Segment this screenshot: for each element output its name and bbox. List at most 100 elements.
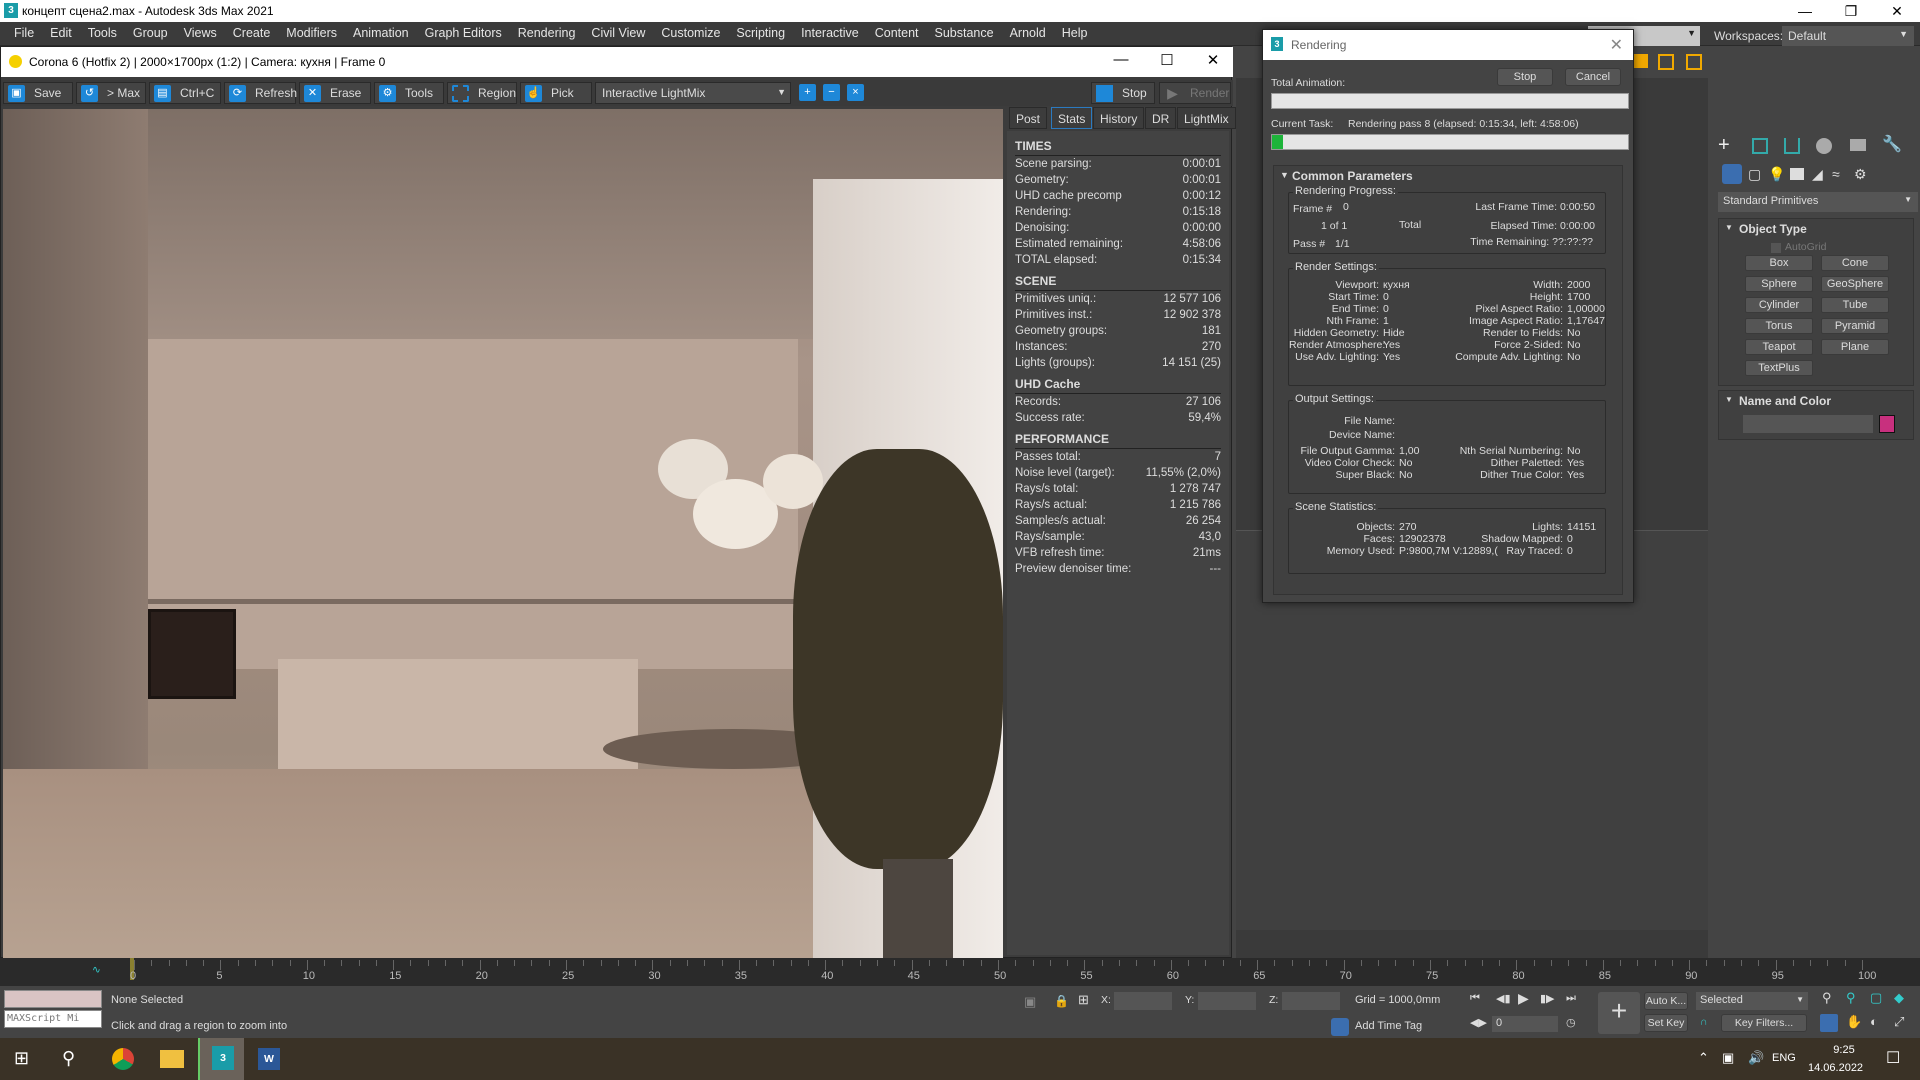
clock-date[interactable]: 14.06.2022 bbox=[1808, 1062, 1863, 1074]
time-tag-icon[interactable] bbox=[1331, 1018, 1349, 1036]
key-mode-icon[interactable]: ◀▶ bbox=[1470, 1016, 1487, 1029]
menu-file[interactable]: File bbox=[6, 22, 42, 46]
menu-civil-view[interactable]: Civil View bbox=[583, 22, 653, 46]
maximize-viewport-icon[interactable]: ⤢ bbox=[1894, 1014, 1904, 1030]
modify-tab-icon[interactable] bbox=[1752, 138, 1768, 154]
systems-icon[interactable]: ⚙ bbox=[1854, 166, 1867, 183]
pan-icon[interactable]: ✋ bbox=[1846, 1014, 1862, 1030]
menu-interactive[interactable]: Interactive bbox=[793, 22, 867, 46]
x-coordinate-input[interactable] bbox=[1114, 992, 1172, 1010]
isolate-selection-icon[interactable]: ▣ bbox=[1024, 994, 1036, 1010]
add-time-tag[interactable]: Add Time Tag bbox=[1355, 1020, 1422, 1032]
show-hidden-icons[interactable]: ⌃ bbox=[1698, 1050, 1709, 1066]
object-type-cylinder-button[interactable]: Cylinder bbox=[1745, 297, 1813, 313]
maxscript-mini-listener[interactable]: MAXScript Mi bbox=[4, 1010, 102, 1028]
chrome-icon[interactable] bbox=[112, 1048, 134, 1070]
close-icon[interactable]: ✕ bbox=[1610, 35, 1623, 55]
hierarchy-tab-icon[interactable] bbox=[1784, 138, 1800, 154]
object-type-plane-button[interactable]: Plane bbox=[1821, 339, 1889, 355]
zoom-all-icon[interactable]: ⚲ bbox=[1846, 990, 1856, 1006]
menu-help[interactable]: Help bbox=[1054, 22, 1096, 46]
minimize-button[interactable]: — bbox=[1782, 0, 1828, 22]
spacewarps-icon[interactable]: ≈ bbox=[1832, 166, 1840, 182]
object-type-pyramid-button[interactable]: Pyramid bbox=[1821, 318, 1889, 334]
zoom-extents-icon[interactable]: ▢ bbox=[1870, 990, 1882, 1006]
geometry-icon[interactable] bbox=[1722, 164, 1742, 184]
y-coordinate-input[interactable] bbox=[1198, 992, 1256, 1010]
zoom-out-icon[interactable]: − bbox=[823, 84, 840, 101]
object-type-tube-button[interactable]: Tube bbox=[1821, 297, 1889, 313]
clock-time[interactable]: 9:25 bbox=[1822, 1044, 1866, 1056]
collapse-arrow-icon[interactable]: ▼ bbox=[1725, 395, 1733, 404]
close-button[interactable]: ✕ bbox=[1874, 0, 1920, 22]
shapes-icon[interactable]: ▢ bbox=[1748, 166, 1761, 183]
restore-button[interactable]: ❐ bbox=[1828, 0, 1874, 22]
play-icon[interactable]: ▶ bbox=[1518, 990, 1529, 1007]
tab-stats[interactable]: Stats bbox=[1051, 107, 1093, 129]
object-type-box-button[interactable]: Box bbox=[1745, 255, 1813, 271]
key-selection-dropdown[interactable]: Selected ▼ bbox=[1696, 992, 1808, 1010]
windows-start-icon[interactable]: ⊞ bbox=[14, 1048, 29, 1069]
pick-button[interactable]: ☝ Pick bbox=[520, 82, 592, 104]
zoom-fit-icon[interactable]: × bbox=[847, 84, 864, 101]
primitive-category-dropdown[interactable]: Standard Primitives ▼ bbox=[1718, 192, 1918, 212]
key-tangent-icon[interactable]: ∩ bbox=[1700, 1016, 1708, 1028]
workspaces-dropdown[interactable]: Default ▼ bbox=[1782, 26, 1914, 46]
motion-tab-icon[interactable] bbox=[1816, 138, 1832, 154]
key-filters-button[interactable]: Key Filters... bbox=[1721, 1014, 1807, 1032]
search-icon[interactable]: ⚲ bbox=[62, 1048, 75, 1069]
common-parameters-title[interactable]: Common Parameters bbox=[1292, 169, 1413, 183]
set-key-button[interactable]: Set Key bbox=[1644, 1014, 1688, 1032]
z-coordinate-input[interactable] bbox=[1282, 992, 1340, 1010]
tab-lightmix[interactable]: LightMix bbox=[1177, 107, 1236, 129]
stop-render-button[interactable]: Stop bbox=[1497, 68, 1553, 86]
menu-create[interactable]: Create bbox=[225, 22, 279, 46]
zoom-icon[interactable]: ⚲ bbox=[1822, 990, 1832, 1006]
to-max-button[interactable]: ↺ > Max bbox=[76, 82, 146, 104]
volume-icon[interactable]: 🔊 bbox=[1748, 1050, 1764, 1066]
go-to-start-icon[interactable]: ⏮ bbox=[1470, 992, 1480, 1005]
word-icon[interactable]: W bbox=[258, 1048, 280, 1070]
object-type-geosphere-button[interactable]: GeoSphere bbox=[1821, 276, 1889, 292]
display-tab-icon[interactable] bbox=[1850, 139, 1866, 151]
maxscript-listener-output[interactable] bbox=[4, 990, 102, 1008]
zoom-region-icon[interactable] bbox=[1820, 1014, 1838, 1032]
name-and-color-title[interactable]: Name and Color bbox=[1739, 394, 1831, 408]
collapse-arrow-icon[interactable]: ▼ bbox=[1725, 223, 1733, 232]
zoom-in-icon[interactable]: + bbox=[799, 84, 816, 101]
menu-rendering[interactable]: Rendering bbox=[510, 22, 584, 46]
network-icon[interactable]: ▣ bbox=[1722, 1050, 1734, 1066]
utilities-tab-icon[interactable]: 🔧 bbox=[1882, 134, 1902, 154]
object-type-title[interactable]: Object Type bbox=[1739, 222, 1807, 236]
save-button[interactable]: ▣ Save bbox=[3, 82, 73, 104]
menu-group[interactable]: Group bbox=[125, 22, 176, 46]
set-key-big-button[interactable]: + bbox=[1598, 992, 1640, 1034]
menu-content[interactable]: Content bbox=[867, 22, 927, 46]
object-type-cone-button[interactable]: Cone bbox=[1821, 255, 1889, 271]
object-type-sphere-button[interactable]: Sphere bbox=[1745, 276, 1813, 292]
region-button[interactable]: Region bbox=[447, 82, 517, 104]
menu-edit[interactable]: Edit bbox=[42, 22, 80, 46]
copy-button[interactable]: ▤ Ctrl+C bbox=[149, 82, 221, 104]
timeline[interactable]: ∿ 0 5 10 15 20 25 30 35 40 45 50 55 60 65 70 75 80 85 90 95… bbox=[0, 958, 1920, 986]
3dsmax-taskbar-button[interactable]: 3 bbox=[198, 1038, 244, 1080]
menu-arnold[interactable]: Arnold bbox=[1002, 22, 1054, 46]
create-tab-icon[interactable]: + bbox=[1718, 134, 1730, 157]
collapse-arrow-icon[interactable]: ▼ bbox=[1280, 170, 1289, 180]
object-type-teapot-button[interactable]: Teapot bbox=[1745, 339, 1813, 355]
object-color-swatch[interactable] bbox=[1879, 415, 1895, 433]
menu-graph-editors[interactable]: Graph Editors bbox=[417, 22, 510, 46]
hierarchy-explorer-icon[interactable] bbox=[1686, 54, 1702, 70]
menu-customize[interactable]: Customize bbox=[653, 22, 728, 46]
lock-icon[interactable]: 🔒 bbox=[1054, 994, 1069, 1008]
lights-icon[interactable]: 💡 bbox=[1768, 166, 1785, 183]
file-explorer-icon[interactable] bbox=[160, 1050, 184, 1068]
vfb-close-button[interactable]: ✕ bbox=[1193, 51, 1233, 73]
menu-tools[interactable]: Tools bbox=[80, 22, 125, 46]
tools-button[interactable]: ⚙ Tools bbox=[374, 82, 444, 104]
vfb-minimize-button[interactable]: — bbox=[1101, 51, 1141, 73]
time-configuration-icon[interactable]: ◷ bbox=[1566, 1016, 1576, 1029]
erase-button[interactable]: ✕ Erase bbox=[299, 82, 371, 104]
menu-substance[interactable]: Substance bbox=[927, 22, 1002, 46]
rendered-image[interactable] bbox=[3, 109, 1003, 959]
